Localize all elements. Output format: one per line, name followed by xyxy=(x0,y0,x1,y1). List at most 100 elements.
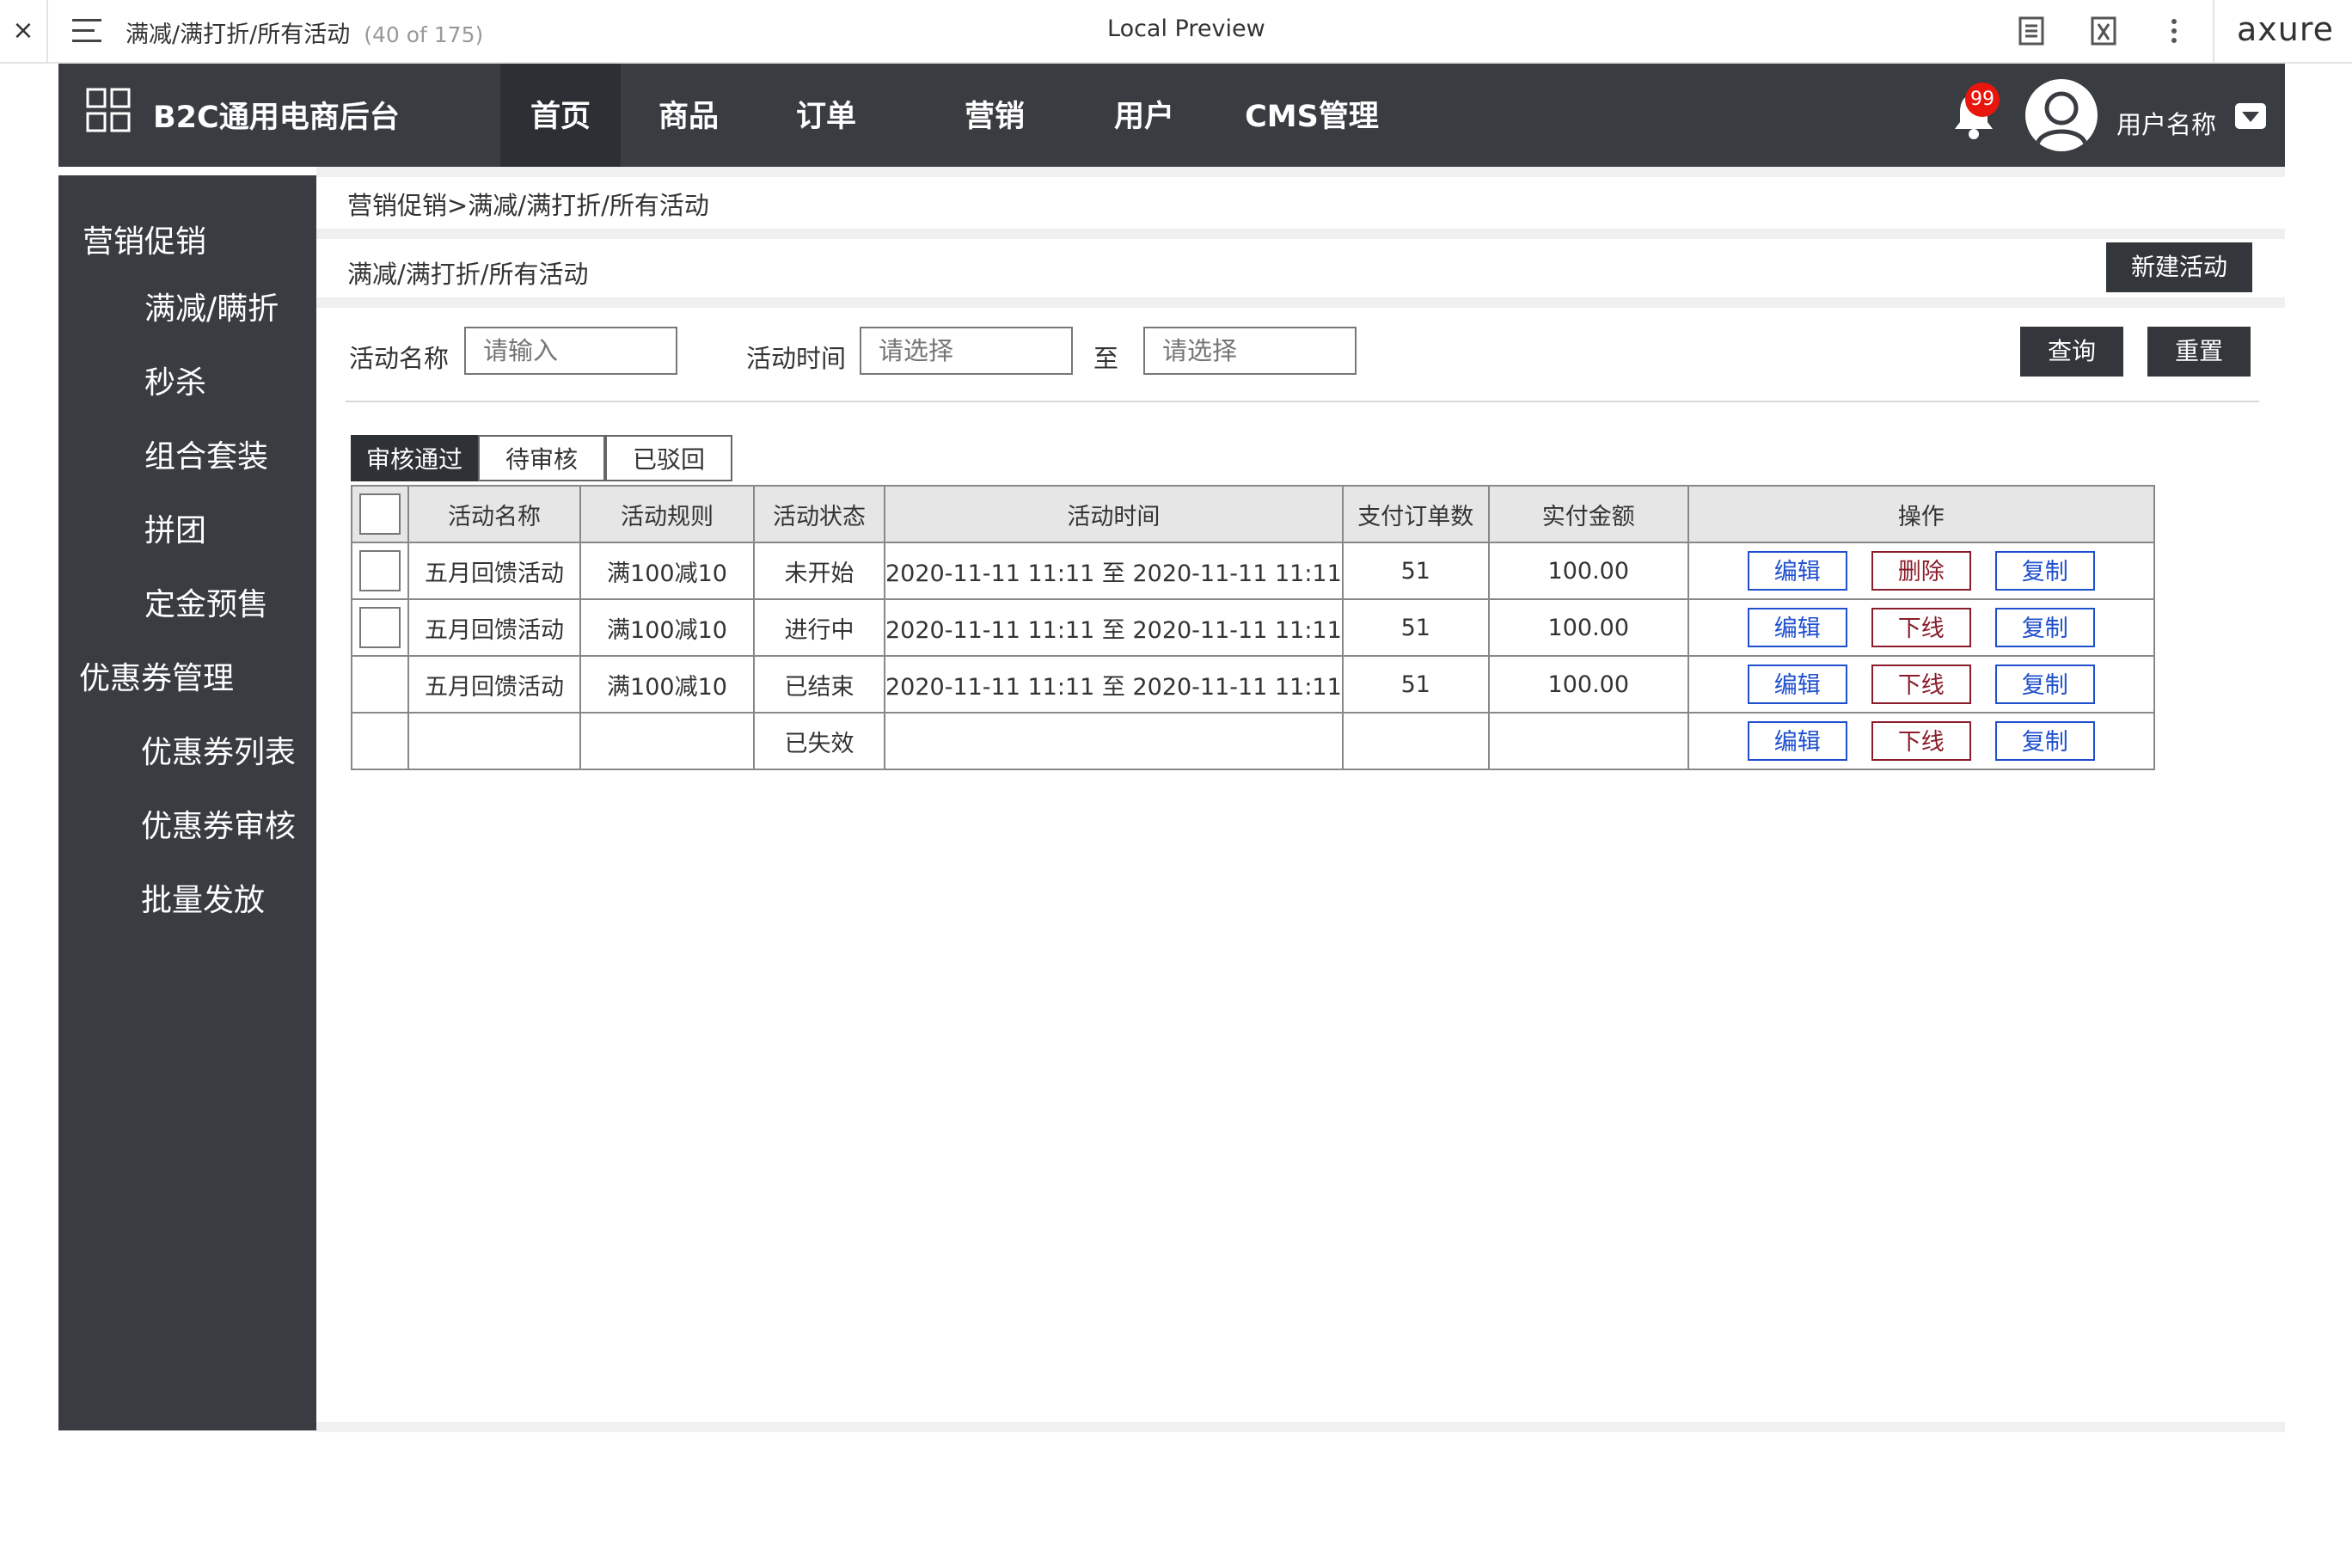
sidebar-group-marketing[interactable]: 营销促销 xyxy=(83,217,206,261)
cell-name: 五月回馈活动 xyxy=(407,655,581,714)
notification-badge: 99 xyxy=(1965,83,2000,117)
cell-amount: 100.00 xyxy=(1487,598,1689,657)
activity-name-input[interactable] xyxy=(464,327,677,375)
cell-orders: 51 xyxy=(1341,655,1490,714)
sidebar-item-full-reduction[interactable]: 满减/瞒折 xyxy=(144,284,279,328)
edit-button[interactable]: 编辑 xyxy=(1747,665,1847,704)
page-title-text: 满减/满打折/所有活动 xyxy=(126,21,351,48)
sidebar-item-bundle[interactable]: 组合套装 xyxy=(144,432,268,476)
edit-button[interactable]: 编辑 xyxy=(1747,551,1847,591)
col-header: 活动时间 xyxy=(884,485,1344,543)
tab-pending[interactable]: 待审核 xyxy=(478,435,605,481)
copy-button[interactable]: 复制 xyxy=(1994,551,2095,591)
cell-actions: 编辑 下线 复制 xyxy=(1687,598,2155,657)
app-header: B2C通用电商后台 首页 商品 订单 营销 用户 CMS管理 99 用户名称 xyxy=(58,64,2285,167)
row-select-cell xyxy=(351,712,409,770)
title-bar: 满减/满打折/所有活动 新建活动 xyxy=(316,239,2285,297)
sidebar: 营销促销 满减/瞒折 秒杀 组合套装 拼团 定金预售 优惠券管理 优惠券列表 优… xyxy=(58,175,316,1430)
nav-marketing[interactable]: 营销 xyxy=(942,64,1047,167)
grid-apps-icon[interactable] xyxy=(86,88,131,132)
hamburger-menu-icon[interactable] xyxy=(72,19,101,43)
col-header: 活动名称 xyxy=(407,485,581,543)
variables-icon[interactable] xyxy=(2089,15,2118,46)
new-activity-button[interactable]: 新建活动 xyxy=(2106,242,2252,292)
cell-time: 2020-11-11 11:11 至 2020-11-11 11:11 xyxy=(884,542,1344,600)
offline-button[interactable]: 下线 xyxy=(1871,608,1971,647)
row-select-cell xyxy=(351,598,409,657)
copy-button[interactable]: 复制 xyxy=(1994,721,2095,761)
cell-orders: 51 xyxy=(1341,542,1490,600)
more-options-icon[interactable] xyxy=(2159,15,2189,46)
breadcrumb-bar: 营销促销>满减/满打折/所有活动 xyxy=(316,177,2285,229)
table-header-row: 活动名称 活动规则 活动状态 活动时间 支付订单数 实付金额 操作 xyxy=(351,485,2155,543)
table-row: 五月回馈活动 满100减10 进行中 2020-11-11 11:11 至 20… xyxy=(351,598,2155,657)
page-count: (40 of 175) xyxy=(364,22,484,47)
cell-orders: 51 xyxy=(1341,598,1490,657)
reset-button[interactable]: 重置 xyxy=(2147,327,2251,377)
cell-name: 五月回馈活动 xyxy=(407,598,581,657)
select-all-cell xyxy=(351,485,409,543)
edit-button[interactable]: 编辑 xyxy=(1747,721,1847,761)
cell-amount xyxy=(1487,712,1689,770)
start-date-input[interactable] xyxy=(860,327,1073,375)
cell-time xyxy=(884,712,1344,770)
sidebar-item-deposit-presale[interactable]: 定金预售 xyxy=(144,579,268,624)
username[interactable]: 用户名称 xyxy=(2116,105,2216,141)
cell-rule: 满100减10 xyxy=(579,542,755,600)
offline-button[interactable]: 下线 xyxy=(1871,665,1971,704)
sidebar-item-coupon-review[interactable]: 优惠券审核 xyxy=(141,801,296,846)
cell-rule xyxy=(579,712,755,770)
chevron-down-icon xyxy=(2242,112,2259,122)
cell-status: 未开始 xyxy=(753,542,885,600)
delete-button[interactable]: 删除 xyxy=(1871,551,1971,591)
end-date-input[interactable] xyxy=(1143,327,1357,375)
nav-home[interactable]: 首页 xyxy=(500,64,621,167)
copy-button[interactable]: 复制 xyxy=(1994,608,2095,647)
edit-button[interactable]: 编辑 xyxy=(1747,608,1847,647)
list-panel: 活动名称 活动时间 至 查询 重置 审核通过 待审核 已驳回 活动名称 活动规则… xyxy=(316,308,2285,1422)
avatar[interactable] xyxy=(2025,79,2098,151)
close-icon[interactable]: × xyxy=(0,0,48,62)
select-all-checkbox[interactable] xyxy=(359,493,401,535)
sidebar-group-coupons[interactable]: 优惠券管理 xyxy=(79,653,234,698)
col-header: 活动规则 xyxy=(579,485,755,543)
nav-products[interactable]: 商品 xyxy=(636,64,741,167)
tab-rejected[interactable]: 已驳回 xyxy=(605,435,732,481)
cell-time: 2020-11-11 11:11 至 2020-11-11 11:11 xyxy=(884,598,1344,657)
activity-name-label: 活动名称 xyxy=(349,344,450,373)
sidebar-item-group-buy[interactable]: 拼团 xyxy=(144,505,206,550)
sidebar-item-bulk-issue[interactable]: 批量发放 xyxy=(141,875,265,920)
to-label: 至 xyxy=(1093,344,1119,373)
row-checkbox[interactable] xyxy=(359,607,401,648)
page-title: 满减/满打折/所有活动 (40 of 175) xyxy=(126,15,483,49)
copy-button[interactable]: 复制 xyxy=(1994,665,2095,704)
cell-status: 进行中 xyxy=(753,598,885,657)
user-icon xyxy=(2035,91,2088,145)
cell-status: 已结束 xyxy=(753,655,885,714)
dropdown-icon[interactable] xyxy=(2235,103,2266,129)
notes-icon[interactable] xyxy=(2017,15,2046,46)
table-row: 五月回馈活动 满100减10 未开始 2020-11-11 11:11 至 20… xyxy=(351,542,2155,600)
col-header: 支付订单数 xyxy=(1341,485,1490,543)
nav-cms[interactable]: CMS管理 xyxy=(1234,64,1389,167)
sidebar-item-flash-sale[interactable]: 秒杀 xyxy=(144,358,206,402)
col-header: 实付金额 xyxy=(1487,485,1689,543)
row-checkbox[interactable] xyxy=(359,550,401,591)
row-select-cell xyxy=(351,655,409,714)
cell-rule: 满100减10 xyxy=(579,598,755,657)
cell-amount: 100.00 xyxy=(1487,655,1689,714)
cell-time: 2020-11-11 11:11 至 2020-11-11 11:11 xyxy=(884,655,1344,714)
filter-divider xyxy=(346,401,2259,402)
cell-orders xyxy=(1341,712,1490,770)
cell-actions: 编辑 下线 复制 xyxy=(1687,655,2155,714)
tab-approved[interactable]: 审核通过 xyxy=(351,435,478,481)
col-header: 活动状态 xyxy=(753,485,885,543)
query-button[interactable]: 查询 xyxy=(2020,327,2123,377)
activity-time-label: 活动时间 xyxy=(746,344,847,373)
sidebar-item-coupon-list[interactable]: 优惠券列表 xyxy=(141,727,296,772)
offline-button[interactable]: 下线 xyxy=(1871,721,1971,761)
nav-users[interactable]: 用户 xyxy=(1092,64,1197,167)
col-header: 操作 xyxy=(1687,485,2155,543)
main-content: 营销促销>满减/满打折/所有活动 满减/满打折/所有活动 新建活动 活动名称 活… xyxy=(316,167,2285,1432)
nav-orders[interactable]: 订单 xyxy=(774,64,879,167)
